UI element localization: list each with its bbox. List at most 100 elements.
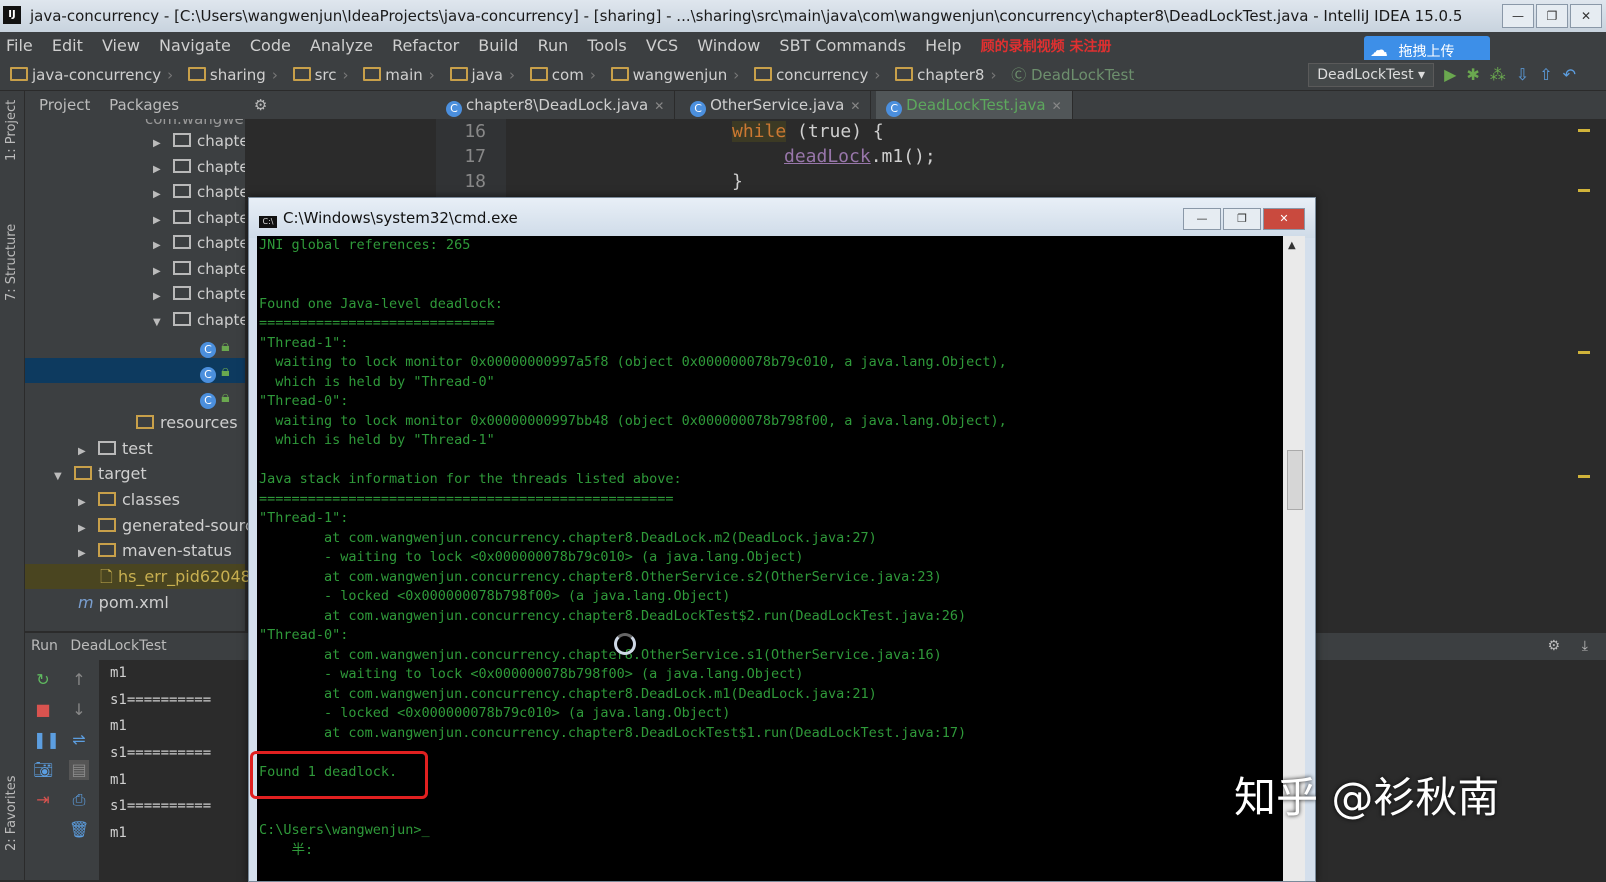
expand-arrow-icon[interactable]: ▶ xyxy=(153,284,165,309)
menu-navigate[interactable]: Navigate xyxy=(159,32,231,60)
tool-tab-favorites[interactable]: 2: Favorites xyxy=(4,775,19,851)
menu-tools[interactable]: Tools xyxy=(587,32,626,60)
tree-item-target[interactable]: ▼ target xyxy=(54,461,147,486)
crumb-module[interactable]: sharing xyxy=(187,60,266,90)
menu-edit[interactable]: Edit xyxy=(52,32,83,60)
crumb-wangwenjun[interactable]: wangwenjun xyxy=(610,60,727,90)
exit-icon[interactable]: ⇥ xyxy=(33,790,53,810)
tree-item-chapter7[interactable]: ▶ chapte xyxy=(153,282,245,307)
expand-arrow-icon[interactable]: ▶ xyxy=(153,259,165,284)
undo-icon[interactable]: ↶ xyxy=(1563,60,1576,90)
run-config-tab[interactable]: DeadLockTest xyxy=(70,638,166,654)
run-panel-settings-icon[interactable]: ⚙ xyxy=(1547,633,1560,660)
minimize-button[interactable]: — xyxy=(1502,4,1534,28)
hide-panel-icon[interactable]: ⤓ xyxy=(1582,633,1588,660)
tree-item-chapter4[interactable]: ▶ chapte xyxy=(153,206,245,231)
close-tab-icon[interactable]: ✕ xyxy=(654,99,664,113)
tree-item-chapter8[interactable]: ▼ chapte xyxy=(153,308,245,333)
tree-item-test[interactable]: ▶ test xyxy=(78,436,153,461)
tab-otherservice[interactable]: C OtherService.java ✕ xyxy=(680,91,872,119)
menu-code[interactable]: Code xyxy=(250,32,291,60)
panel-settings-icon[interactable]: ⚙ xyxy=(254,96,267,114)
menu-view[interactable]: View xyxy=(102,32,140,60)
pause-icon[interactable]: ❚❚ xyxy=(33,730,60,750)
dump-threads-icon[interactable]: 📷︎ xyxy=(33,760,53,780)
tree-item-maven-status[interactable]: ▶ maven-status xyxy=(78,538,232,563)
run-config-select[interactable]: DeadLockTest ▾ xyxy=(1308,63,1435,87)
tree-item-hs-err-log[interactable]: 🗋 hs_err_pid62048. xyxy=(100,564,256,589)
scroll-down-icon[interactable]: ↓ xyxy=(69,700,89,720)
close-button[interactable]: ✕ xyxy=(1570,4,1602,28)
menu-help[interactable]: Help xyxy=(925,32,961,60)
scroll-up-arrow-icon[interactable]: ▲ xyxy=(1288,240,1296,251)
cmd-titlebar[interactable]: C:\ C:\Windows\system32\cmd.exe — ❐ ✕ xyxy=(249,198,1315,238)
stop-icon[interactable]: ■ xyxy=(33,700,53,720)
cmd-maximize-button[interactable]: ❐ xyxy=(1223,208,1261,230)
tree-item-class-3[interactable]: C 🔒︎ xyxy=(200,384,230,409)
tree-item-generated-sources[interactable]: ▶ generated-sourc xyxy=(78,513,254,538)
print-icon[interactable]: ⎙ xyxy=(69,790,89,810)
coverage-icon[interactable]: ⁂ xyxy=(1490,60,1506,90)
menu-run[interactable]: Run xyxy=(538,32,569,60)
vcs-commit-icon[interactable]: ⇧ xyxy=(1539,60,1552,90)
error-stripe-mark[interactable] xyxy=(1578,189,1590,192)
rerun-icon[interactable]: ↻ xyxy=(33,670,53,690)
expand-arrow-icon[interactable]: ▶ xyxy=(153,131,165,156)
debug-icon[interactable]: ✱ xyxy=(1466,60,1479,90)
crumb-java[interactable]: java xyxy=(449,60,503,90)
scroll-to-end-icon[interactable]: ▤ xyxy=(69,760,89,780)
cmd-close-button[interactable]: ✕ xyxy=(1263,208,1305,230)
error-stripe-mark[interactable] xyxy=(1578,129,1590,132)
tree-item-chapter1[interactable]: ▶chapter1 xyxy=(153,129,245,154)
error-stripe-mark[interactable] xyxy=(1578,475,1590,478)
scrollbar-thumb[interactable] xyxy=(1287,450,1303,510)
collapse-arrow-icon[interactable]: ▼ xyxy=(153,310,165,335)
clear-all-icon[interactable]: 🗑︎ xyxy=(69,820,89,840)
close-tab-icon[interactable]: ✕ xyxy=(1052,99,1062,113)
expand-arrow-icon[interactable]: ▶ xyxy=(78,490,90,515)
tool-tab-structure[interactable]: 7: Structure xyxy=(4,224,19,301)
crumb-chapter8[interactable]: chapter8 xyxy=(895,60,984,90)
expand-arrow-icon[interactable]: ▶ xyxy=(153,208,165,233)
run-console-output[interactable]: m1 s1========== m1 s1========== m1 s1===… xyxy=(110,660,211,847)
tree-item-pom[interactable]: m pom.xml xyxy=(78,590,169,615)
crumb-concurrency[interactable]: concurrency xyxy=(754,60,868,90)
tab-deadlock[interactable]: Cchapter8\DeadLock.java ✕ xyxy=(436,91,676,119)
maximize-button[interactable]: ❐ xyxy=(1536,4,1568,28)
menu-vcs[interactable]: VCS xyxy=(646,32,678,60)
menu-window[interactable]: Window xyxy=(697,32,760,60)
run-icon[interactable]: ▶ xyxy=(1444,60,1456,90)
expand-arrow-icon[interactable]: ▶ xyxy=(153,182,165,207)
expand-arrow-icon[interactable]: ▶ xyxy=(78,541,90,566)
tree-item-chapter3[interactable]: ▶chapter3 xyxy=(153,180,245,205)
cmd-minimize-button[interactable]: — xyxy=(1183,208,1221,230)
menu-build[interactable]: Build xyxy=(478,32,518,60)
packages-tab[interactable]: Packages xyxy=(109,96,179,114)
crumb-deadlocktest[interactable]: Ⓒ DeadLockTest xyxy=(1011,60,1134,90)
tree-item-chapter6[interactable]: ▶ chapte xyxy=(153,257,245,282)
tree-item-chapter5[interactable]: ▶ chapte xyxy=(153,231,245,256)
menu-refactor[interactable]: Refactor xyxy=(392,32,459,60)
crumb-src[interactable]: src xyxy=(292,60,337,90)
error-stripe-mark[interactable] xyxy=(1578,351,1590,354)
scroll-up-icon[interactable]: ↑ xyxy=(69,670,89,690)
crumb-project[interactable]: java-concurrency xyxy=(10,60,161,90)
tree-item-class-1[interactable]: C 🔒︎ xyxy=(200,333,230,358)
crumb-com[interactable]: com xyxy=(529,60,584,90)
collapse-arrow-icon[interactable]: ▼ xyxy=(54,464,66,489)
soft-wrap-icon[interactable]: ⇌ xyxy=(69,730,89,750)
close-tab-icon[interactable]: ✕ xyxy=(850,99,860,113)
tree-item-class-2[interactable]: C 🔒︎ xyxy=(200,358,230,383)
expand-arrow-icon[interactable]: ▶ xyxy=(153,233,165,258)
menu-sbt-commands[interactable]: SBT Commands xyxy=(779,32,906,60)
tree-item-resources[interactable]: resources xyxy=(128,410,238,435)
expand-arrow-icon[interactable]: ▶ xyxy=(153,157,165,182)
project-tab[interactable]: Project xyxy=(39,96,90,114)
crumb-main[interactable]: main xyxy=(363,60,423,90)
menu-file[interactable]: File xyxy=(6,32,33,60)
tree-item-chapter2[interactable]: ▶chapter2 xyxy=(153,155,245,180)
tree-item-classes[interactable]: ▶ classes xyxy=(78,487,180,512)
tool-tab-project[interactable]: 1: Project xyxy=(4,100,19,161)
tab-deadlocktest[interactable]: C DeadLockTest.java ✕ xyxy=(876,91,1073,119)
menu-analyze[interactable]: Analyze xyxy=(310,32,373,60)
